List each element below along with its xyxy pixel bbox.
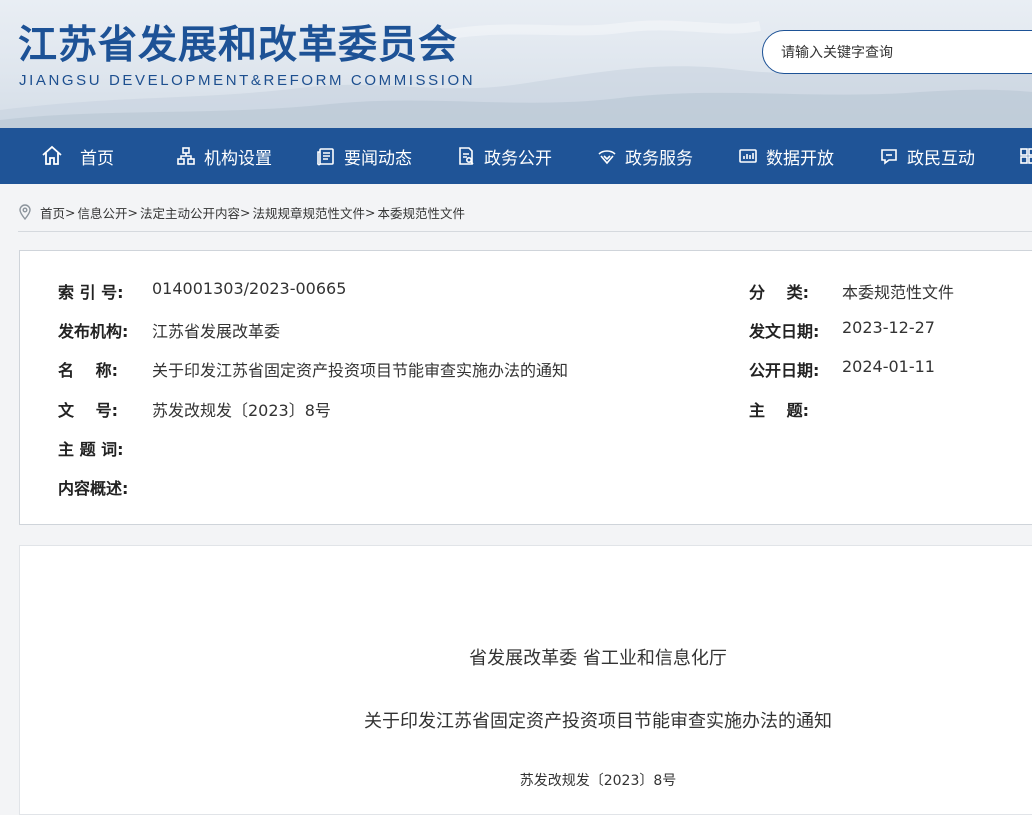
breadcrumb-separator: > [65, 204, 76, 220]
name-label: 名 称: [58, 361, 118, 380]
publisher-value: 江苏省发展改革委 [152, 322, 281, 341]
nav-item-label: 政务服务 [625, 148, 693, 169]
org-chart-icon [176, 146, 196, 166]
nav-item-label: 首页 [80, 148, 114, 169]
index-label: 索 引 号: [58, 283, 124, 302]
breadcrumb-regulations[interactable]: 法规规章规范性文件 [253, 203, 366, 222]
data-chart-icon [738, 146, 758, 166]
nav-item-gov-open[interactable]: 政务公开 [456, 128, 552, 184]
nav-item-label: 机构设置 [204, 148, 272, 169]
summary-label: 内容概述: [58, 479, 129, 498]
breadcrumb-home[interactable]: 首页 [40, 203, 65, 222]
site-title: 江苏省发展和改革委员会 [18, 23, 459, 68]
document-number: 苏发改规发〔2023〕8号 [519, 773, 677, 789]
chat-icon [879, 146, 899, 166]
document-issuers: 省发展改革委 省工业和信息化厅 [469, 648, 727, 669]
location-pin-icon [18, 204, 32, 220]
breadcrumb-info-open[interactable]: 信息公开 [78, 203, 128, 222]
nav-item-home[interactable]: 首页 [40, 128, 114, 184]
category-label: 分 类: [749, 283, 809, 302]
search-input[interactable] [779, 31, 1032, 75]
index-value: 014001303/2023-00665 [152, 279, 347, 298]
document-title: 关于印发江苏省固定资产投资项目节能审查实施办法的通知 [364, 711, 832, 732]
breadcrumb-current[interactable]: 本委规范性文件 [378, 203, 466, 222]
nav-item-news[interactable]: 要闻动态 [316, 128, 412, 184]
nav-item-more[interactable] [1019, 128, 1032, 184]
doc-number-value: 苏发改规发〔2023〕8号 [152, 401, 331, 420]
nav-item-label: 数据开放 [766, 148, 834, 169]
name-value: 关于印发江苏省固定资产投资项目节能审查实施办法的通知 [152, 361, 569, 380]
public-date-label: 公开日期: [749, 361, 820, 380]
nav-item-open-data[interactable]: 数据开放 [738, 128, 834, 184]
category-value: 本委规范性文件 [842, 283, 955, 302]
breadcrumb-divider [18, 231, 1032, 232]
search-box[interactable] [762, 30, 1032, 75]
document-info-panel: 索 引 号: 014001303/2023-00665 分 类: 本委规范性文件… [19, 250, 1032, 525]
breadcrumb-separator: > [240, 204, 251, 220]
issue-date-label: 发文日期: [749, 322, 820, 341]
home-icon [40, 144, 64, 168]
breadcrumb-statutory[interactable]: 法定主动公开内容 [140, 203, 240, 222]
nav-item-label: 政务公开 [484, 148, 552, 169]
subject-label: 主 题: [749, 401, 809, 420]
grid-icon [1019, 146, 1032, 166]
nav-item-interaction[interactable]: 政民互动 [879, 128, 975, 184]
site-subtitle: JIANGSU DEVELOPMENT&REFORM COMMISSION [19, 72, 476, 89]
breadcrumb-separator: > [365, 204, 376, 220]
main-nav: 首页 机构设置 要闻动态 政务公开 政务服务 数据开放 政民互动 [0, 128, 1032, 184]
doc-number-label: 文 号: [58, 401, 118, 420]
keywords-label: 主 题 词: [58, 440, 124, 459]
document-icon [456, 146, 476, 166]
nav-item-gov-service[interactable]: 政务服务 [597, 128, 693, 184]
nav-item-label: 政民互动 [907, 148, 975, 169]
nav-item-label: 要闻动态 [344, 148, 412, 169]
breadcrumb-separator: > [127, 204, 138, 220]
news-icon [316, 146, 336, 166]
breadcrumb: 首页 > 信息公开 > 法定主动公开内容 > 法规规章规范性文件 > 本委规范性文件 [18, 200, 465, 224]
issue-date-value: 2023-12-27 [842, 318, 935, 337]
publisher-label: 发布机构: [58, 322, 129, 341]
public-date-value: 2024-01-11 [842, 357, 935, 376]
document-body: 省发展改革委 省工业和信息化厅 关于印发江苏省固定资产投资项目节能审查实施办法的… [19, 545, 1032, 815]
site-header: 江苏省发展和改革委员会 JIANGSU DEVELOPMENT&REFORM C… [0, 0, 1032, 128]
nav-item-org[interactable]: 机构设置 [176, 128, 272, 184]
service-icon [597, 146, 617, 166]
